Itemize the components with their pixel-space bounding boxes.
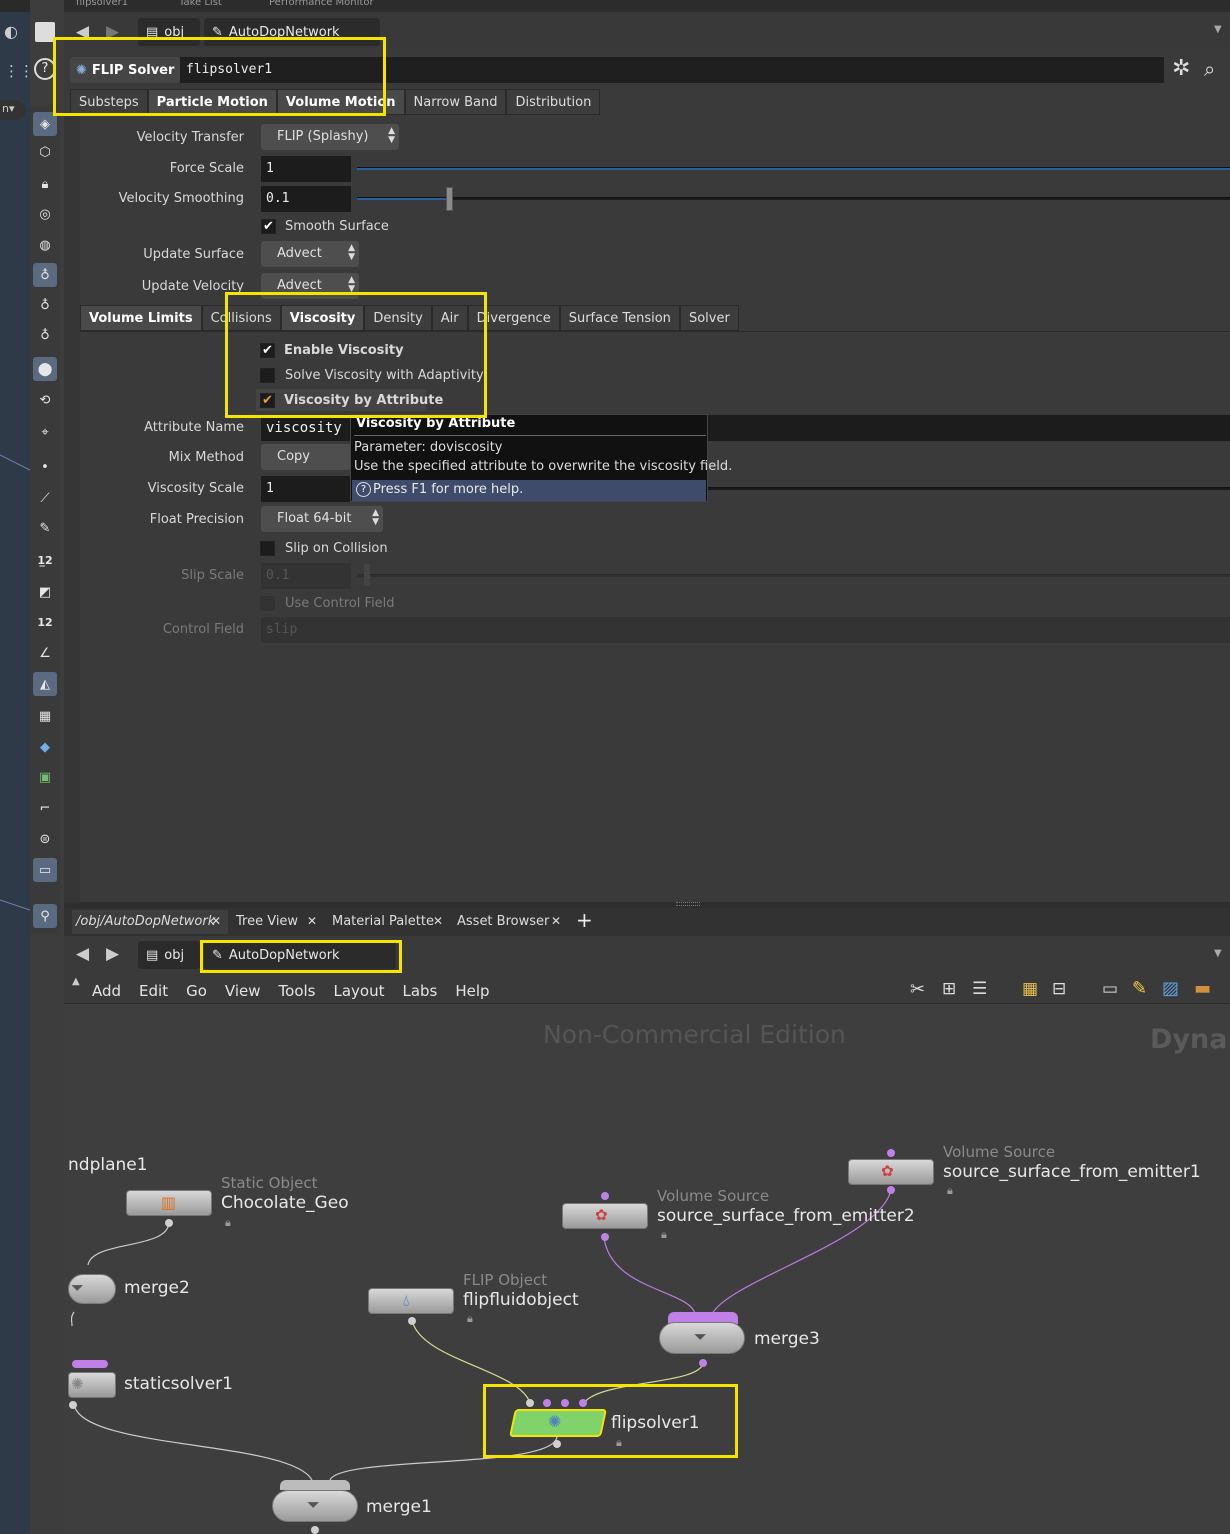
merge2-label: merge2 — [124, 1278, 190, 1298]
flipsolver-label: flipsolver1 — [611, 1413, 700, 1433]
lock-icon[interactable]: 🔒︎ — [947, 1184, 953, 1198]
groundplane-label: ndplane1 — [68, 1155, 148, 1175]
funnel-icon: ⏷ — [307, 1495, 320, 1514]
input-connector[interactable] — [561, 1399, 569, 1407]
merge1-node[interactable]: ⏷ — [272, 1490, 358, 1522]
input-connector[interactable] — [526, 1399, 534, 1407]
input-connector[interactable] — [601, 1192, 609, 1200]
volume-source-icon: ✿ — [881, 1162, 894, 1180]
merge1-input-bar[interactable] — [280, 1480, 350, 1490]
merge1-label: merge1 — [366, 1497, 432, 1517]
input-connector[interactable] — [543, 1399, 551, 1407]
vs1-name: source_surface_from_emitter1 — [943, 1162, 1201, 1182]
vs1-type: Volume Source — [943, 1143, 1056, 1161]
output-connector[interactable] — [69, 1401, 77, 1409]
lock-icon[interactable]: 🔒︎ — [467, 1312, 473, 1326]
input-connector[interactable] — [887, 1149, 895, 1157]
static-object-icon: ▥ — [161, 1193, 177, 1212]
lock-icon[interactable]: 🔒︎ — [616, 1436, 622, 1450]
solver-icon: ✺ — [71, 1375, 84, 1393]
lock-icon[interactable]: 🔒︎ — [225, 1216, 231, 1230]
volume-source-1-node[interactable]: ✿ — [848, 1159, 934, 1185]
output-connector[interactable] — [165, 1219, 173, 1227]
lock-icon[interactable]: 🔒︎ — [661, 1228, 667, 1242]
droplet-icon: 💧︎ — [403, 1291, 410, 1310]
vs2-type: Volume Source — [657, 1187, 770, 1205]
output-connector[interactable] — [601, 1233, 609, 1241]
flip-object-node[interactable]: 💧︎ — [368, 1288, 454, 1314]
merge2-node[interactable]: ⏷ — [68, 1274, 116, 1304]
merge3-label: merge3 — [754, 1329, 820, 1349]
vs2-name: source_surface_from_emitter2 — [657, 1206, 915, 1226]
flip-solver-icon: ✺ — [548, 1412, 562, 1431]
flip-object-name: flipfluidobject — [463, 1290, 579, 1310]
output-connector[interactable] — [699, 1359, 707, 1367]
output-connector[interactable] — [887, 1186, 895, 1194]
wires — [70, 1189, 892, 1481]
output-connector[interactable] — [553, 1440, 561, 1448]
volume-source-2-node[interactable]: ✿ — [562, 1203, 648, 1229]
staticsolver-label: staticsolver1 — [124, 1374, 233, 1394]
funnel-icon: ⏷ — [71, 1278, 84, 1297]
output-connector[interactable] — [408, 1317, 416, 1325]
output-connector[interactable] — [311, 1526, 319, 1534]
merge3-node[interactable]: ⏷ — [659, 1322, 745, 1354]
volume-source-icon: ✿ — [595, 1206, 608, 1224]
flip-object-type: FLIP Object — [463, 1271, 548, 1289]
input-connector[interactable] — [579, 1399, 587, 1407]
staticsolver-node[interactable]: ✺ — [68, 1372, 116, 1398]
input-bar[interactable] — [72, 1360, 108, 1368]
chocolate-type: Static Object — [221, 1174, 318, 1192]
funnel-icon: ⏷ — [694, 1327, 707, 1346]
static-object-node[interactable]: ▥ — [126, 1190, 212, 1216]
chocolate-name: Chocolate_Geo — [221, 1193, 349, 1213]
